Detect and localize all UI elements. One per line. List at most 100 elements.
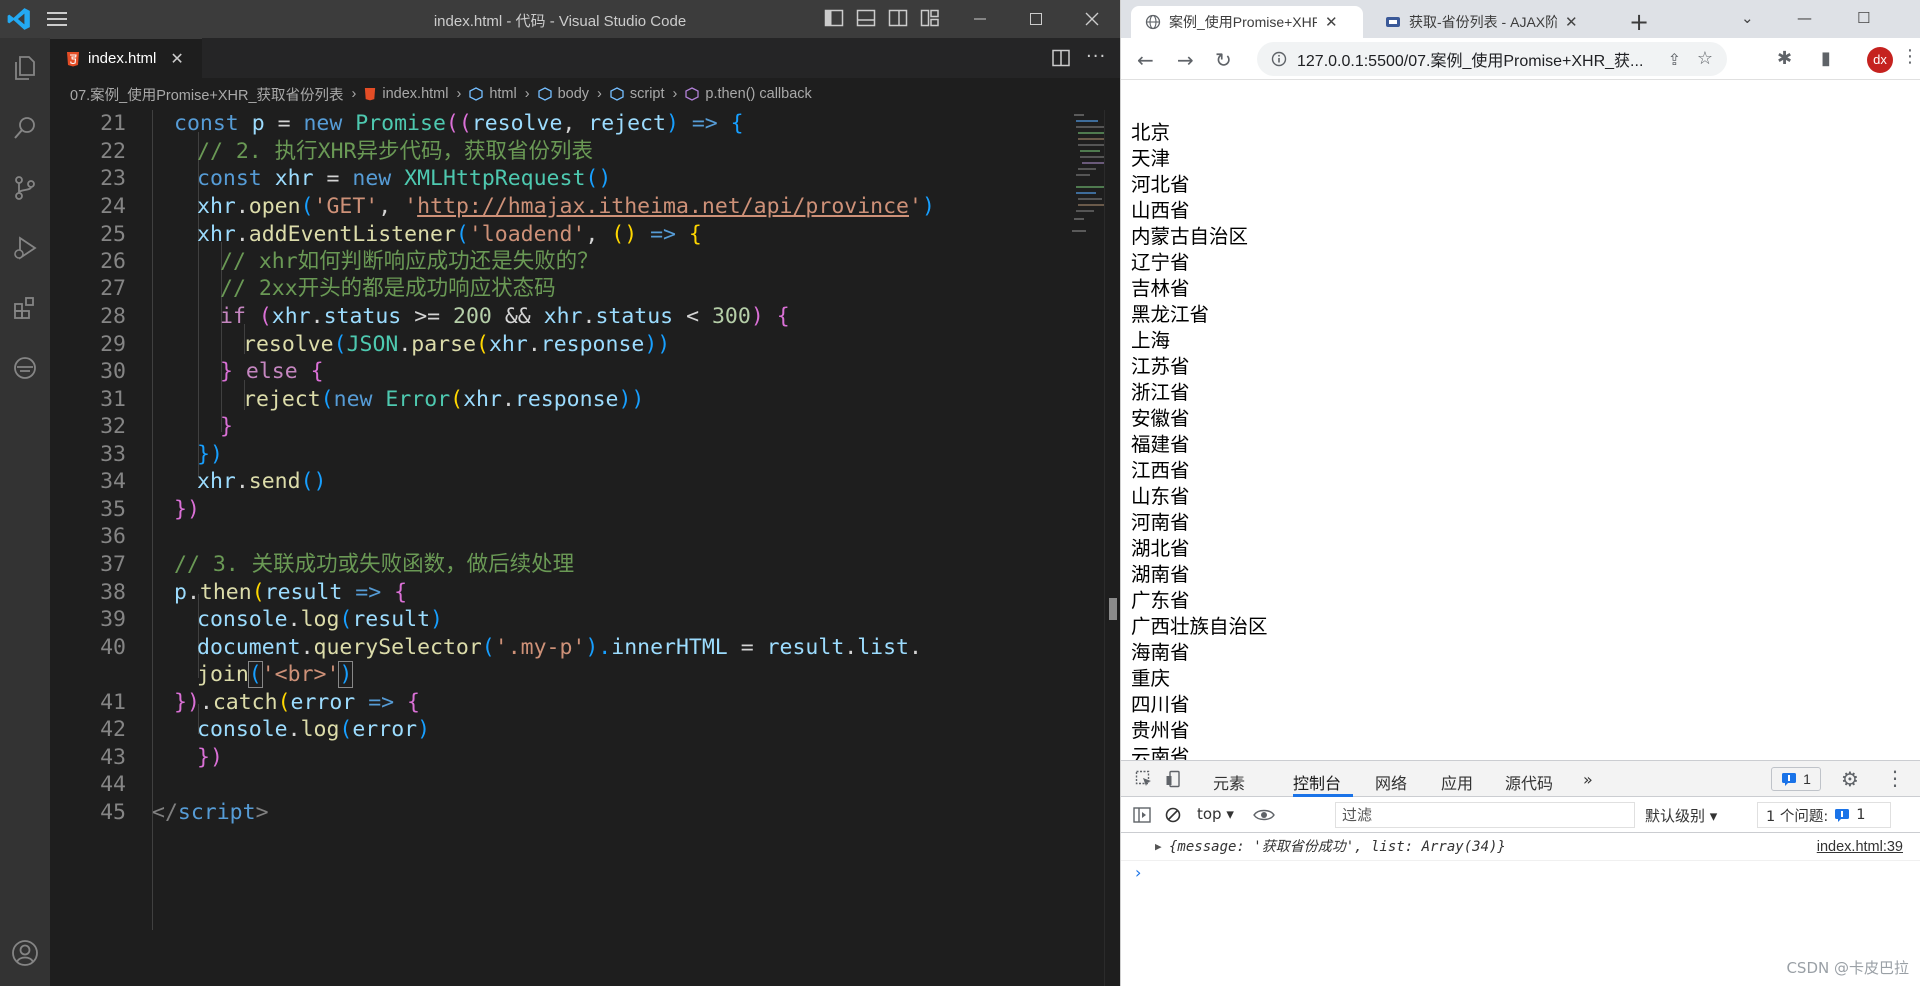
log-level-dropdown[interactable]: 默认级别 ▾ <box>1645 805 1717 826</box>
customize-layout-icon[interactable] <box>920 9 940 27</box>
code-token: ) <box>338 661 354 688</box>
issues-badge-button[interactable]: 1 <box>1771 767 1821 791</box>
tab-close-icon[interactable]: ✕ <box>170 49 183 68</box>
breadcrumb-script[interactable]: script <box>610 86 665 102</box>
console-log-source-link[interactable]: index.html:39 <box>1817 833 1903 861</box>
breadcrumb-callback[interactable]: p.then() callback <box>685 86 812 102</box>
address-bar[interactable]: 127.0.0.1:5500/07.案例_使用Promise+XHR_获... … <box>1257 42 1727 76</box>
code-token: , <box>378 194 405 219</box>
breadcrumb-body[interactable]: body <box>537 86 589 102</box>
live-expression-eye-icon[interactable] <box>1253 808 1275 822</box>
reload-icon[interactable]: ↻ <box>1215 48 1232 72</box>
toggle-panel-icon[interactable] <box>856 9 876 27</box>
code-token: ( <box>300 194 314 219</box>
console-prompt[interactable]: › <box>1135 863 1141 882</box>
minimize-icon[interactable]: — <box>1797 9 1812 27</box>
new-tab-button[interactable]: + <box>1629 8 1649 36</box>
site-info-icon[interactable] <box>1271 51 1287 67</box>
province-item: 广西壮族自治区 <box>1131 615 1268 638</box>
code-token: )) <box>618 387 645 412</box>
toggle-sidebar-icon[interactable] <box>824 9 844 27</box>
context-selector[interactable]: top ▾ <box>1197 805 1234 823</box>
settings-gear-icon[interactable]: ⚙ <box>1841 767 1859 791</box>
province-item: 安徽省 <box>1131 407 1190 430</box>
breadcrumb-html[interactable]: html <box>469 86 517 102</box>
share-icon[interactable]: ⇪ <box>1668 50 1681 69</box>
code-token: new <box>333 387 373 412</box>
code-token: list <box>857 635 909 660</box>
code-token: response <box>514 387 619 412</box>
scrollbar-thumb[interactable] <box>1109 598 1117 620</box>
issues-counter-button[interactable]: 1 个问题: 1 <box>1757 802 1891 828</box>
maximize-icon[interactable]: ☐ <box>1857 9 1870 27</box>
code-token: parse <box>411 332 477 357</box>
toggle-secondary-sidebar-icon[interactable] <box>888 9 908 27</box>
code-token: . <box>310 304 324 329</box>
minimize-icon[interactable] <box>952 0 1008 38</box>
code-token: => <box>691 111 718 136</box>
source-control-icon[interactable] <box>0 163 50 213</box>
bookmark-star-icon[interactable]: ☆ <box>1697 48 1713 69</box>
code-token: response <box>540 332 645 357</box>
devtools-tab-network[interactable]: 网络 <box>1375 770 1407 794</box>
close-window-icon[interactable] <box>1064 0 1120 38</box>
minimap[interactable] <box>1070 110 1104 330</box>
more-tabs-icon[interactable]: » <box>1583 770 1593 789</box>
more-options-icon[interactable]: ⋮ <box>1885 766 1905 790</box>
devtools-tab-elements[interactable]: 元素 <box>1213 770 1245 794</box>
code-area[interactable]: const p = new Promise((resolve, reject) … <box>150 110 1070 986</box>
more-actions-icon[interactable]: ··· <box>1086 46 1106 67</box>
code-token: reject <box>243 387 321 412</box>
code-token: ( <box>251 580 265 605</box>
tab-search-icon[interactable]: ⌄ <box>1741 9 1754 27</box>
code-token: xhr <box>197 469 236 494</box>
issues-badge-count: 1 <box>1803 771 1811 787</box>
device-toolbar-icon[interactable] <box>1165 770 1183 788</box>
maximize-icon[interactable] <box>1008 0 1064 38</box>
tab-close-icon[interactable]: ✕ <box>1325 13 1338 31</box>
devtools-tab-application[interactable]: 应用 <box>1441 770 1473 794</box>
clear-console-icon[interactable] <box>1165 807 1181 823</box>
inspect-element-icon[interactable] <box>1135 770 1153 788</box>
extensions-icon[interactable] <box>0 283 50 333</box>
forward-icon[interactable]: → <box>1177 48 1194 72</box>
console-filter-input[interactable]: 过滤 <box>1335 802 1635 828</box>
editor-scrollbar[interactable] <box>1104 110 1120 986</box>
sidebar-toggle-icon[interactable] <box>1133 807 1151 823</box>
devtools-tab-sources[interactable]: 源代码 <box>1505 770 1553 794</box>
code-token: = <box>264 111 304 136</box>
browser-tab[interactable]: 获取-省份列表 - AJAX阶段 ✕ <box>1371 6 1603 38</box>
profile-avatar[interactable]: dx <box>1867 47 1893 73</box>
breadcrumb-file[interactable]: index.html <box>364 86 448 102</box>
watermark-text: CSDN @卡皮巴拉 <box>1786 959 1909 977</box>
browser-tab-active[interactable]: 案例_使用Promise+XHR_获取省份列表 ✕ <box>1131 6 1363 38</box>
back-icon[interactable]: ← <box>1137 48 1154 72</box>
manage-gear-icon[interactable] <box>0 978 50 986</box>
explorer-icon[interactable] <box>0 43 50 93</box>
account-icon[interactable] <box>0 928 50 978</box>
search-icon[interactable] <box>0 103 50 153</box>
code-url-link[interactable]: http://hmajax.itheima.net/api/province <box>417 194 909 219</box>
code-token: . <box>199 690 213 715</box>
split-editor-icon[interactable] <box>1052 49 1070 67</box>
code-token: . <box>287 607 301 632</box>
breadcrumb-folder[interactable]: 07.案例_使用Promise+XHR_获取省份列表 <box>70 84 344 105</box>
console-log-entry[interactable]: ▶ {message: '获取省份成功', list: Array(34)} i… <box>1121 833 1920 861</box>
run-debug-icon[interactable] <box>0 223 50 273</box>
code-token: => <box>368 690 395 715</box>
browser-menu-icon[interactable]: ⋮ <box>1901 46 1919 67</box>
province-item: 内蒙古自治区 <box>1131 225 1249 248</box>
site-favicon-icon <box>1386 17 1400 27</box>
code-editor[interactable]: 21 22 23 24 25 26 27 28 29 30 31 32 33 34 35 36 37 38 39 40… <box>50 110 1104 986</box>
extensions-puzzle-icon[interactable]: ✱ <box>1777 48 1792 69</box>
tab-index-html[interactable]: index.html ✕ <box>50 38 202 78</box>
side-panel-icon[interactable]: ▮ <box>1821 48 1831 69</box>
expand-triangle-icon[interactable]: ▶ <box>1155 833 1162 861</box>
code-token: innerHTML <box>611 635 728 660</box>
remote-explorer-icon[interactable] <box>0 343 50 393</box>
tab-close-icon[interactable]: ✕ <box>1565 13 1578 31</box>
devtools-tab-console[interactable]: 控制台 <box>1293 770 1341 794</box>
